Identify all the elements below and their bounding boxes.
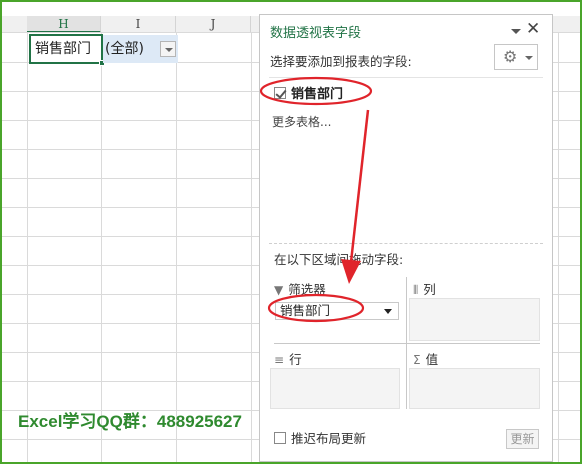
more-tables-link[interactable]: 更多表格...: [272, 113, 331, 130]
columns-area-label: 列: [423, 282, 436, 297]
chevron-down-icon: [525, 56, 533, 60]
section-divider: [269, 243, 543, 244]
gear-icon: ⚙: [503, 47, 518, 66]
drag-fields-label: 在以下区域间拖动字段:: [274, 252, 404, 267]
rows-drop-zone[interactable]: [270, 368, 400, 409]
filters-area-label: 筛选器: [288, 282, 326, 297]
cell-h2-filter-label[interactable]: 销售部门: [29, 34, 105, 66]
defer-layout-update[interactable]: 推迟布局更新: [274, 431, 366, 447]
rows-area-label: 行: [289, 352, 302, 367]
cell-i2-filter-value[interactable]: (全部): [103, 35, 178, 63]
sigma-icon: Σ: [413, 353, 421, 367]
gridline: [558, 33, 559, 462]
filter-field-label: 销售部门: [280, 303, 331, 318]
filters-area[interactable]: ▼ 筛选器 销售部门: [270, 277, 400, 341]
tools-button[interactable]: ⚙: [494, 44, 538, 70]
columns-area[interactable]: ⦀ 列: [409, 277, 540, 341]
values-area-label: 值: [425, 352, 439, 367]
column-header-j[interactable]: J: [176, 16, 251, 33]
defer-label: 推迟布局更新: [291, 431, 367, 446]
pane-subtitle: 选择要添加到报表的字段:: [270, 54, 412, 69]
close-icon[interactable]: ✕: [526, 19, 540, 39]
columns-area-title: ⦀ 列: [413, 279, 436, 298]
column-header-i[interactable]: I: [101, 16, 176, 33]
update-button[interactable]: 更新: [506, 429, 539, 449]
gridline: [251, 33, 252, 462]
columns-drop-zone[interactable]: [409, 298, 540, 341]
cell-h2-text: 销售部门: [35, 41, 91, 57]
field-item-sales-dept[interactable]: 销售部门: [274, 86, 343, 104]
rows-area[interactable]: ≡ 行: [270, 347, 400, 409]
column-header-h[interactable]: H: [27, 16, 101, 33]
field-checkbox[interactable]: [274, 87, 286, 99]
columns-icon: ⦀: [413, 283, 419, 297]
rows-area-title: ≡ 行: [274, 349, 302, 368]
gridline: [27, 33, 28, 462]
filter-field-sales-dept[interactable]: 销售部门: [275, 302, 399, 320]
filter-icon: ▼: [274, 283, 284, 297]
watermark-text: Excel学习QQ群：488925627: [18, 412, 242, 431]
pane-options-dropdown-icon[interactable]: [511, 29, 521, 34]
chevron-down-icon[interactable]: [384, 309, 392, 314]
values-area-title: Σ值: [413, 349, 438, 368]
filter-dropdown-button[interactable]: [160, 41, 176, 57]
pivot-field-pane: 数据透视表字段 ✕ 选择要添加到报表的字段: ⚙ 销售部门 更多表格... 在以…: [259, 14, 553, 462]
values-drop-zone[interactable]: [409, 368, 540, 409]
rows-icon: ≡: [274, 353, 285, 367]
filters-area-title: ▼ 筛选器: [274, 279, 326, 298]
gridline: [176, 33, 177, 462]
cell-i2-text: (全部): [105, 41, 144, 57]
pane-title: 数据透视表字段: [270, 26, 362, 41]
area-divider: [274, 343, 540, 344]
gridline: [101, 33, 102, 462]
values-area[interactable]: Σ值: [409, 347, 540, 409]
defer-checkbox[interactable]: [274, 432, 286, 444]
field-label: 销售部门: [291, 87, 344, 102]
field-list: 销售部门 更多表格...: [269, 77, 543, 242]
